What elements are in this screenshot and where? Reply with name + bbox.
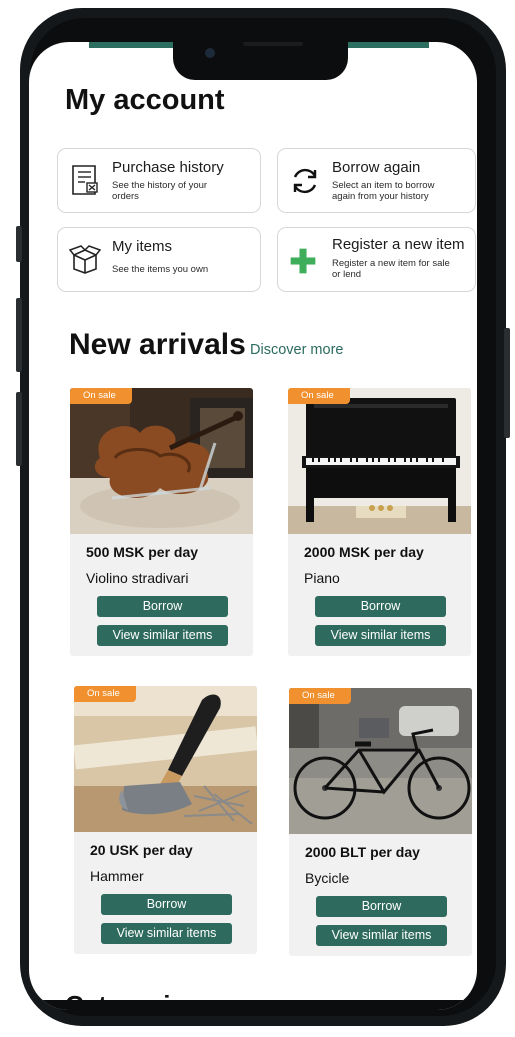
plus-icon	[290, 248, 316, 274]
view-similar-button[interactable]: View similar items	[315, 625, 446, 646]
item-price: 2000 BLT per day	[305, 844, 420, 860]
refresh-icon	[293, 168, 317, 194]
product-card[interactable]: On sale 20 USK per day Hammer Borrow Vie…	[74, 686, 257, 954]
discover-more-link[interactable]: Discover more	[250, 342, 343, 358]
register-item-desc: Register a new item for sale or lend	[332, 258, 450, 280]
on-sale-badge: On sale	[70, 388, 132, 404]
box-icon	[68, 245, 102, 274]
app-screen: My account Purchase history See the hist…	[29, 42, 477, 1010]
view-similar-button[interactable]: View similar items	[316, 925, 447, 946]
borrow-button[interactable]: Borrow	[97, 596, 228, 617]
phone-power-button	[504, 328, 510, 438]
item-price: 2000 MSK per day	[304, 544, 424, 560]
piano-image	[288, 388, 471, 534]
item-name: Hammer	[90, 868, 144, 884]
bicycle-image	[289, 688, 472, 834]
register-item-label: Register a new item	[332, 236, 465, 253]
camera-icon	[205, 48, 215, 58]
borrow-again-tile[interactable]: Borrow again Select an item to borrow ag…	[277, 148, 476, 213]
hammer-image	[74, 686, 257, 832]
purchase-history-tile[interactable]: Purchase history See the history of your…	[57, 148, 261, 213]
my-items-label: My items	[112, 238, 172, 255]
borrow-button[interactable]: Borrow	[316, 896, 447, 917]
product-card[interactable]: On sale 2000 MSK per day Piano Borrow Vi…	[288, 388, 471, 656]
violin-image	[70, 388, 253, 534]
on-sale-badge: On sale	[288, 388, 350, 404]
view-similar-button[interactable]: View similar items	[97, 625, 228, 646]
item-name: Bycicle	[305, 870, 350, 886]
notch	[173, 42, 348, 80]
receipt-icon	[72, 165, 98, 195]
view-similar-button[interactable]: View similar items	[101, 923, 232, 944]
borrow-button[interactable]: Borrow	[315, 596, 446, 617]
phone-silent-switch	[16, 226, 22, 262]
item-name: Violino stradivari	[86, 570, 189, 586]
my-items-tile[interactable]: My items See the items you own	[57, 227, 261, 292]
borrow-button[interactable]: Borrow	[101, 894, 232, 915]
item-name: Piano	[304, 570, 340, 586]
new-arrivals-heading: New arrivals	[69, 328, 246, 361]
screen-bottom-edge	[29, 1000, 477, 1010]
purchase-history-desc: See the history of your orders	[112, 180, 208, 202]
page-title: My account	[65, 84, 225, 116]
my-items-desc: See the items you own	[112, 264, 209, 275]
on-sale-badge: On sale	[289, 688, 351, 704]
on-sale-badge: On sale	[74, 686, 136, 702]
speaker-grille	[243, 42, 303, 46]
register-item-tile[interactable]: Register a new item Register a new item …	[277, 227, 476, 292]
borrow-again-label: Borrow again	[332, 159, 421, 176]
product-card[interactable]: On sale 500 MSK per day Violino stradiva…	[70, 388, 253, 656]
phone-volume-up	[16, 298, 22, 372]
item-price: 20 USK per day	[90, 842, 193, 858]
product-card[interactable]: On sale 2000 BLT per day Bycicle Borrow …	[289, 688, 472, 956]
item-price: 500 MSK per day	[86, 544, 199, 560]
phone-volume-down	[16, 392, 22, 466]
purchase-history-label: Purchase history	[112, 159, 224, 176]
borrow-again-desc: Select an item to borrow again from your…	[332, 180, 435, 202]
